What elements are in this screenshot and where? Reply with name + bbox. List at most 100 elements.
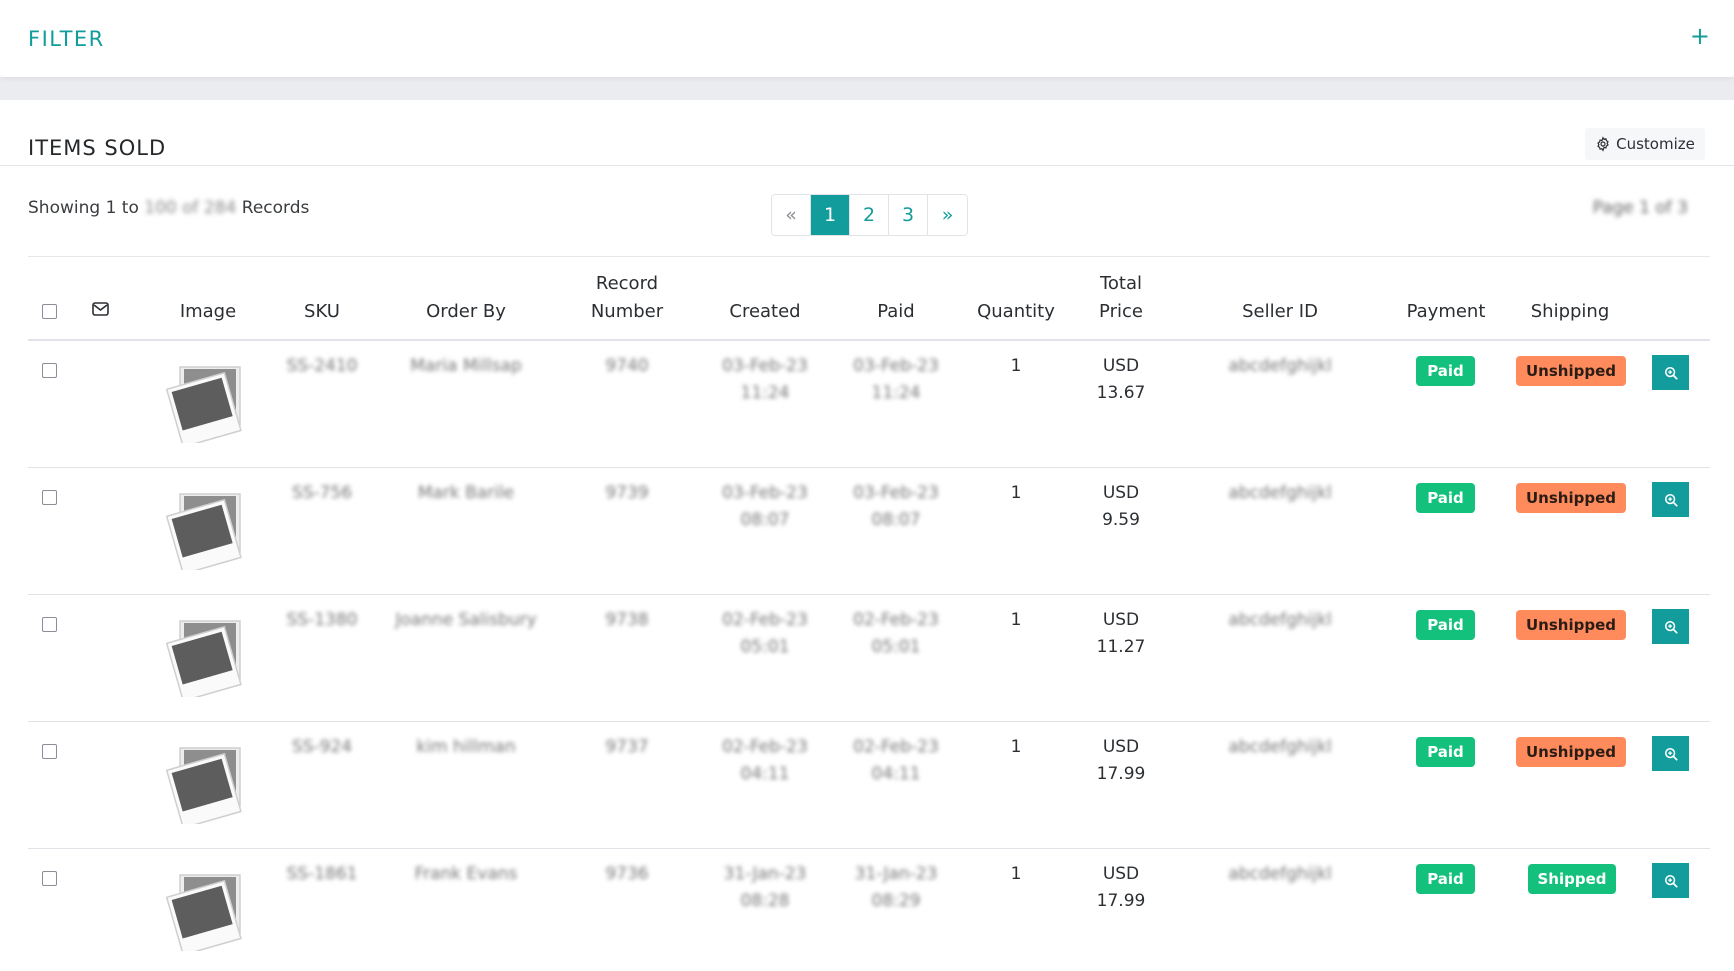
image-placeholder-icon bbox=[166, 747, 242, 824]
view-details-button[interactable] bbox=[1652, 482, 1689, 517]
price-amount: 17.99 bbox=[1096, 891, 1146, 911]
row-checkbox[interactable] bbox=[42, 871, 57, 886]
column-header-total-price: Total Price bbox=[1080, 270, 1162, 326]
quantity-cell: 1 bbox=[1010, 483, 1022, 503]
records-summary-prefix: Showing 1 to bbox=[28, 198, 139, 218]
customize-label: Customize bbox=[1616, 135, 1695, 153]
zoom-in-icon bbox=[1664, 874, 1678, 888]
pagination-page-3[interactable]: 3 bbox=[889, 195, 928, 235]
pagination-prev[interactable]: « bbox=[772, 195, 811, 235]
created-time: 08:28 bbox=[740, 891, 790, 911]
created-cell: 02-Feb-23 05:01 bbox=[710, 607, 820, 661]
quantity-cell: 1 bbox=[1010, 737, 1022, 757]
sku-cell: SS-1861 bbox=[286, 864, 358, 884]
plus-icon[interactable]: + bbox=[1690, 24, 1710, 48]
created-cell: 03-Feb-23 08:07 bbox=[710, 480, 820, 534]
created-time: 05:01 bbox=[740, 637, 790, 657]
price-amount: 17.99 bbox=[1096, 764, 1146, 784]
filter-panel: FILTER + bbox=[0, 0, 1734, 77]
view-details-button[interactable] bbox=[1652, 355, 1689, 390]
seller-id-cell: abcdefghijkl bbox=[1228, 356, 1332, 376]
order-by-cell: Maria Millsap bbox=[410, 356, 522, 376]
created-date: 02-Feb-23 bbox=[722, 737, 808, 757]
pagination-next[interactable]: » bbox=[928, 195, 967, 235]
column-header-total-price-line2: Price bbox=[1099, 301, 1143, 322]
created-date: 31-Jan-23 bbox=[723, 864, 807, 884]
sku-cell: SS-2410 bbox=[286, 356, 358, 376]
divider bbox=[0, 165, 1734, 166]
shipping-status-badge: Unshipped bbox=[1516, 610, 1626, 640]
paid-date: 03-Feb-23 bbox=[853, 483, 939, 503]
view-details-button[interactable] bbox=[1652, 609, 1689, 644]
record-number-cell: 9737 bbox=[605, 737, 649, 757]
shipping-status-badge: Unshipped bbox=[1516, 356, 1626, 386]
sku-cell: SS-756 bbox=[291, 483, 353, 503]
price-currency: USD bbox=[1102, 356, 1140, 376]
payment-status-badge: Paid bbox=[1416, 610, 1475, 640]
payment-status-badge: Paid bbox=[1416, 356, 1475, 386]
shipping-status-badge: Shipped bbox=[1528, 864, 1616, 894]
column-header-payment: Payment bbox=[1406, 301, 1486, 322]
column-header-order-by: Order By bbox=[426, 301, 506, 322]
image-placeholder-icon bbox=[166, 366, 242, 443]
quantity-cell: 1 bbox=[1010, 610, 1022, 630]
paid-cell: 31-Jan-23 08:29 bbox=[846, 861, 946, 915]
table-row: SS-756 Mark Barile 9739 03-Feb-23 08:07 … bbox=[0, 468, 1734, 595]
created-time: 11:24 bbox=[740, 383, 790, 403]
column-header-created: Created bbox=[729, 301, 801, 322]
table-row: SS-2410 Maria Millsap 9740 03-Feb-23 11:… bbox=[0, 341, 1734, 468]
created-time: 08:07 bbox=[740, 510, 790, 530]
records-summary: Showing 1 to 100 of 284 Records bbox=[28, 198, 309, 218]
customize-button[interactable]: Customize bbox=[1585, 128, 1705, 160]
order-by-cell: Mark Barile bbox=[417, 483, 515, 503]
table-row: SS-1861 Frank Evans 9736 31-Jan-23 08:28… bbox=[0, 849, 1734, 971]
pagination-page-1[interactable]: 1 bbox=[811, 195, 850, 235]
envelope-icon[interactable] bbox=[92, 302, 109, 316]
row-checkbox[interactable] bbox=[42, 744, 57, 759]
pagination-page-2[interactable]: 2 bbox=[850, 195, 889, 235]
created-time: 04:11 bbox=[740, 764, 790, 784]
row-checkbox[interactable] bbox=[42, 490, 57, 505]
zoom-in-icon bbox=[1664, 620, 1678, 634]
filter-title[interactable]: FILTER bbox=[28, 27, 105, 51]
image-placeholder-icon bbox=[166, 874, 242, 951]
paid-date: 03-Feb-23 bbox=[853, 356, 939, 376]
created-date: 03-Feb-23 bbox=[722, 356, 808, 376]
page-indicator: Page 1 of 3 bbox=[1592, 198, 1688, 218]
select-all-checkbox[interactable] bbox=[42, 304, 57, 319]
table-row: SS-924 kim hillman 9737 02-Feb-23 04:11 … bbox=[0, 722, 1734, 849]
created-cell: 03-Feb-23 11:24 bbox=[710, 353, 820, 407]
records-summary-range: 100 of 284 bbox=[144, 198, 237, 218]
column-header-image: Image bbox=[179, 301, 237, 322]
row-checkbox[interactable] bbox=[42, 363, 57, 378]
paid-date: 02-Feb-23 bbox=[853, 737, 939, 757]
total-price-cell: USD 17.99 bbox=[1080, 861, 1162, 915]
gear-icon bbox=[1597, 136, 1609, 152]
order-by-cell: Joanne Salisbury bbox=[395, 610, 537, 630]
created-cell: 02-Feb-23 04:11 bbox=[710, 734, 820, 788]
created-date: 02-Feb-23 bbox=[722, 610, 808, 630]
column-header-paid: Paid bbox=[877, 301, 915, 322]
payment-status-badge: Paid bbox=[1416, 864, 1475, 894]
price-currency: USD bbox=[1102, 483, 1140, 503]
shipping-status-badge: Unshipped bbox=[1516, 483, 1626, 513]
quantity-cell: 1 bbox=[1010, 356, 1022, 376]
zoom-in-icon bbox=[1664, 366, 1678, 380]
paid-time: 11:24 bbox=[871, 383, 921, 403]
created-date: 03-Feb-23 bbox=[722, 483, 808, 503]
view-details-button[interactable] bbox=[1652, 863, 1689, 898]
view-details-button[interactable] bbox=[1652, 736, 1689, 771]
paid-cell: 02-Feb-23 04:11 bbox=[846, 734, 946, 788]
paid-cell: 02-Feb-23 05:01 bbox=[846, 607, 946, 661]
record-number-cell: 9739 bbox=[605, 483, 649, 503]
quantity-cell: 1 bbox=[1010, 864, 1022, 884]
seller-id-cell: abcdefghijkl bbox=[1228, 864, 1332, 884]
seller-id-cell: abcdefghijkl bbox=[1228, 483, 1332, 503]
payment-status-badge: Paid bbox=[1416, 737, 1475, 767]
row-checkbox[interactable] bbox=[42, 617, 57, 632]
total-price-cell: USD 11.27 bbox=[1080, 607, 1162, 661]
price-amount: 13.67 bbox=[1096, 383, 1146, 403]
paid-time: 05:01 bbox=[871, 637, 921, 657]
zoom-in-icon bbox=[1664, 747, 1678, 761]
total-price-cell: USD 9.59 bbox=[1080, 480, 1162, 534]
